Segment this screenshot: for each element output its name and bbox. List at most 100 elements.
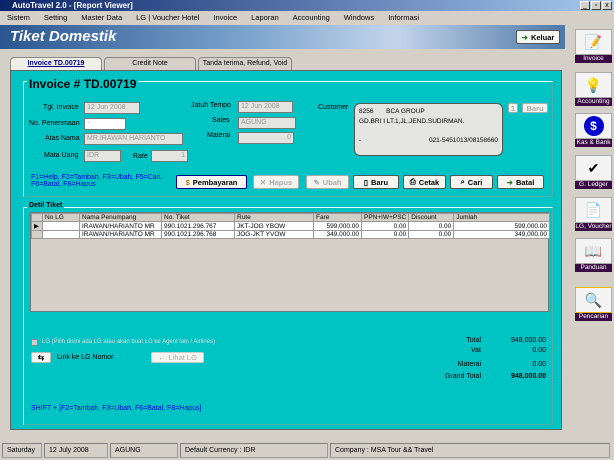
sales-label: Sales (212, 117, 230, 124)
sidebar-item-g-ledger[interactable]: ✔ G. Ledger (575, 155, 612, 189)
mata-uang-select[interactable]: IDR (84, 150, 121, 162)
column-header[interactable]: Rute (234, 213, 314, 222)
status-date: 12 July 2008 (44, 443, 108, 458)
sidebar-item-pencarian[interactable]: 🔍 Pencarian (575, 287, 612, 321)
sidebar-item-kas-bank[interactable]: $ Kas & Bank (575, 113, 612, 147)
exit-icon: ➜ (506, 177, 513, 187)
menu-windows[interactable]: Windows (337, 13, 381, 22)
cetak-button[interactable]: ⎙ Cetak (403, 175, 446, 189)
maximize-button[interactable]: ▫ (591, 1, 601, 10)
column-header[interactable]: Nama Penumpang (79, 213, 162, 222)
lihat-lg-button[interactable]: ← Lihat LG (151, 352, 204, 363)
status-company: Company : MSA Tour && Travel (330, 443, 610, 458)
shortcut-help: F1=Help, F2=Tambah, F3=Ubah, F5=Cari, F6… (31, 174, 163, 188)
customer-select-button[interactable]: 1 (508, 103, 518, 113)
table-cell[interactable]: 0.00 (408, 221, 455, 231)
table-cell[interactable]: 349,000.00 (453, 230, 550, 239)
total-label: Vat (471, 347, 481, 354)
window-title: AutoTravel 2.0 - [Report Viewer] (12, 1, 133, 10)
total-value: 0.00 (532, 361, 546, 368)
row-indicator[interactable] (31, 230, 43, 239)
table-cell[interactable]: 599,000.00 (313, 221, 362, 231)
table-cell[interactable]: 599,000.00 (453, 221, 550, 231)
menu-laporan[interactable]: Laporan (244, 13, 286, 22)
sidebar-item-invoice[interactable]: 📝 Invoice (575, 29, 612, 63)
table-cell[interactable]: 990.1021.296.768 (161, 230, 235, 239)
table-row[interactable]: IRAWAN/HARIANTO MR 990.1021.296.768 JOG-JK… (31, 230, 550, 239)
tgl-invoice-select[interactable]: 12 Jun 2008 (84, 102, 140, 114)
minimize-button[interactable]: _ (580, 1, 590, 10)
column-header[interactable]: No. Tiket (161, 213, 235, 222)
detail-heading: Detil Tiket (27, 202, 65, 209)
sidebar-item-label: Pencarian (575, 313, 612, 321)
column-header[interactable]: Jumlah (453, 213, 550, 222)
keluar-button[interactable]: ➜ Keluar (516, 30, 560, 44)
total-label: Materai (457, 361, 481, 368)
dollar-icon: $ (185, 177, 190, 187)
table-cell[interactable]: JKT-JOG YBOW (234, 221, 314, 231)
materai-label: Materai (207, 132, 231, 139)
menu-sistem[interactable]: Sistem (0, 13, 37, 22)
baru-button[interactable]: ▯ Baru (353, 175, 399, 189)
jatuh-tempo-select[interactable]: 12 Jun 2008 (238, 101, 293, 113)
customer-box[interactable]: 8256 BCA GROUP GD.BRI I LT.1,JL.JEND.SUD… (354, 103, 503, 156)
menu-setting[interactable]: Setting (37, 13, 74, 22)
ubah-button[interactable]: ✎ Ubah (306, 175, 349, 189)
print-icon: ⎙ (409, 177, 416, 186)
table-cell[interactable]: 0.00 (360, 230, 410, 239)
menu-lg-voucher[interactable]: LG | Voucher Hotel (129, 13, 206, 22)
table-cell[interactable]: 990.1021.296.767 (161, 221, 235, 231)
sidebar-item-accounting[interactable]: 💡 Accounting (575, 72, 612, 106)
table-cell[interactable]: IRAWAN/HARIANTO MR (79, 221, 162, 231)
penerimaan-label: No. Penerimaan (29, 120, 80, 127)
row-indicator[interactable]: ▶ (31, 221, 43, 231)
invoice-panel: Invoice # TD.00719 Tgl. Invoice 12 Jun 2… (10, 70, 562, 430)
materai-input[interactable]: 0 (238, 132, 294, 144)
column-header[interactable]: No LG (42, 213, 80, 222)
keluar-label: Keluar (530, 32, 555, 42)
total-value: 948,000.00 (510, 337, 546, 344)
close-button[interactable]: x (602, 1, 612, 10)
tab-invoice[interactable]: Invoice TD.00719 (10, 57, 102, 70)
pembayaran-button[interactable]: $ Pembayaran (176, 175, 247, 189)
atas-nama-input[interactable]: MR.IRAWAN HARIANTO (84, 133, 183, 145)
menu-invoice[interactable]: Invoice (206, 13, 244, 22)
table-cell[interactable]: 0.00 (408, 230, 455, 239)
tab-tanda-terima[interactable]: Tanda terima, Refund, Void (198, 57, 292, 70)
tab-credit-note[interactable]: Credit Note (104, 57, 196, 70)
dollar-icon: $ (575, 113, 612, 139)
customer-new-button[interactable]: Baru (522, 103, 548, 113)
rate-input[interactable]: 1 (151, 150, 188, 162)
status-bar: Saturday 12 July 2008 AGUNG Default Curr… (0, 443, 614, 459)
lg-checkbox[interactable] (31, 339, 38, 346)
column-header[interactable]: PPN+IW+PSC (360, 213, 410, 222)
document-icon: 📄 (575, 197, 612, 223)
total-row: Grand Total 948,000.00 (411, 373, 546, 380)
link-icon: ⇆ (37, 353, 45, 362)
invoice-heading: Invoice # TD.00719 (27, 77, 139, 91)
penerimaan-input[interactable]: - (84, 118, 126, 130)
sidebar-item-label: G. Ledger (575, 181, 612, 189)
menu-accounting[interactable]: Accounting (286, 13, 337, 22)
cari-button[interactable]: ⌕ Cari (450, 175, 493, 189)
sales-input[interactable]: AGUNG (238, 117, 296, 129)
batal-button[interactable]: ➜ Batal (497, 175, 544, 189)
sidebar-item-lg-voucher[interactable]: 📄 LG, Voucher (575, 197, 612, 231)
table-cell[interactable]: IRAWAN/HARIANTO MR (79, 230, 162, 239)
table-cell[interactable] (42, 221, 80, 231)
menu-master-data[interactable]: Master Data (74, 13, 129, 22)
sidebar-item-panduan[interactable]: 📖 Panduan (575, 238, 612, 272)
atas-nama-label: Atas Nama (45, 135, 80, 142)
table-cell[interactable]: JOG-JKT YVOW (234, 230, 314, 239)
link-lg-button[interactable]: ⇆ (31, 352, 51, 363)
menu-informasi[interactable]: Informasi (381, 13, 426, 22)
ticket-grid[interactable]: No LG Nama Penumpang No. Tiket Rute Fare… (30, 212, 550, 312)
table-cell[interactable] (42, 230, 80, 239)
table-cell[interactable]: 349,000.00 (313, 230, 362, 239)
column-header[interactable]: Discount (408, 213, 455, 222)
table-cell[interactable]: 0.00 (360, 221, 410, 231)
new-document-icon: ▯ (363, 177, 369, 187)
table-row[interactable]: ▶ IRAWAN/HARIANTO MR 990.1021.296.767 JKT-J… (31, 221, 550, 231)
column-header[interactable]: Fare (313, 213, 362, 222)
hapus-button[interactable]: ✕ Hapus (253, 175, 299, 189)
